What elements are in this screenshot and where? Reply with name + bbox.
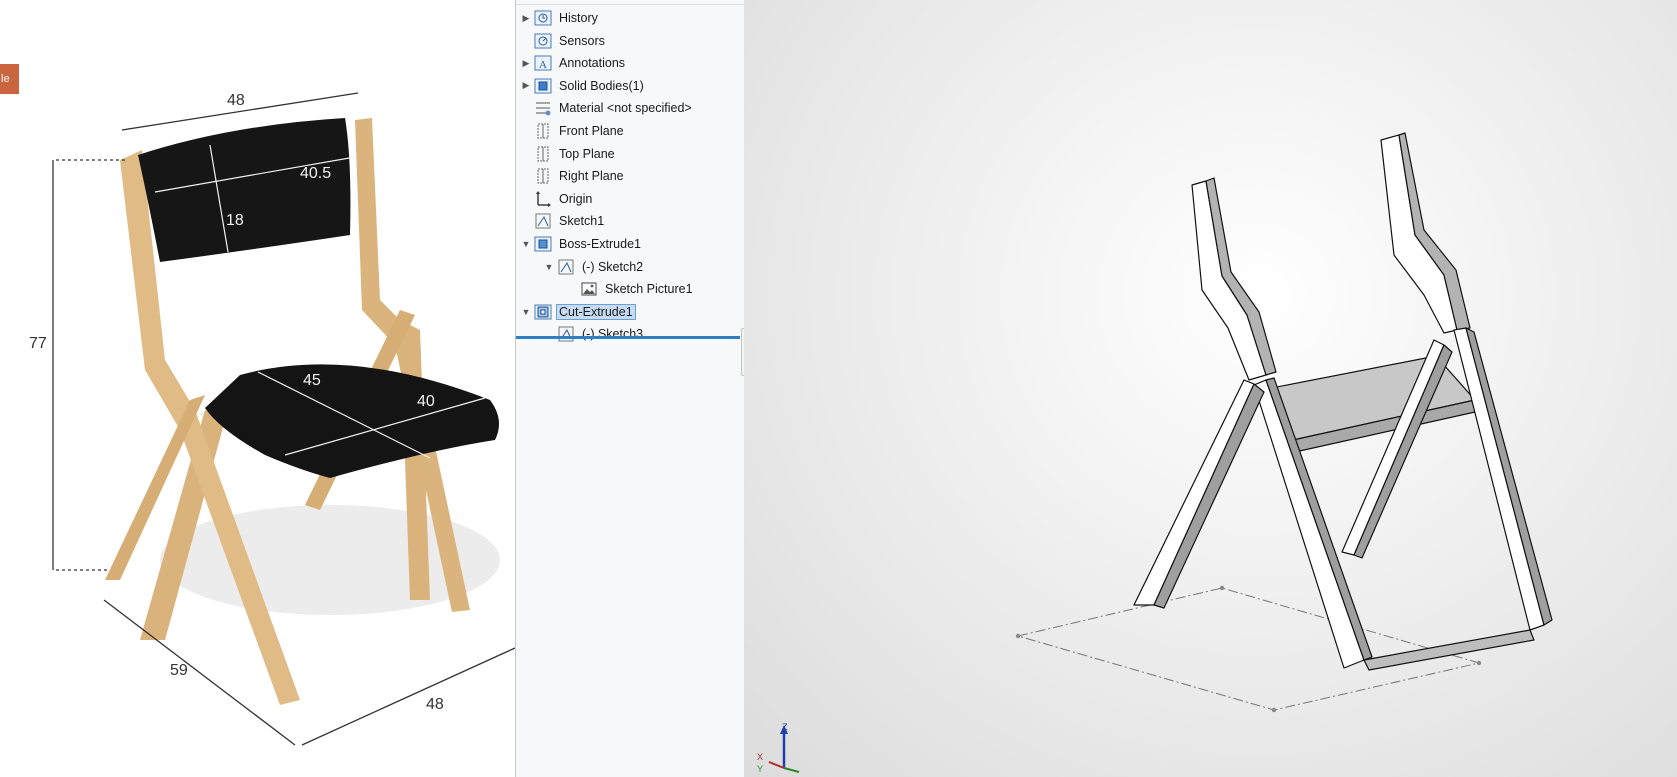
chevron-down-icon[interactable]: ▼ (520, 302, 532, 322)
tree-item-sketch3[interactable]: (-) Sketch3 (543, 324, 646, 344)
tree-item-label: Boss-Extrude1 (559, 237, 641, 251)
graphics-viewport[interactable]: Z X Y (744, 0, 1677, 777)
view-triad[interactable] (768, 725, 800, 773)
sketch-picture-icon (581, 282, 597, 296)
sketch-icon (535, 213, 551, 229)
plane-icon (537, 146, 549, 162)
chevron-right-icon[interactable]: ▶ (520, 53, 532, 73)
tree-item-material-not-specified[interactable]: Material <not specified> (520, 98, 695, 118)
reference-photo: le 48 40.5 18 77 45 40 59 48 (0, 0, 515, 777)
chair-3d-model (768, 132, 1553, 773)
triad-y-label: Y (757, 764, 764, 774)
dim-seat-width: 40 (417, 393, 435, 410)
chevron-right-icon[interactable]: ▶ (520, 76, 532, 96)
tree-item-label: Origin (559, 191, 593, 206)
tree-item-sensors[interactable]: Sensors (520, 31, 608, 51)
tree-item-cut-extrude1[interactable]: ▼ Cut-Extrude1 (520, 302, 636, 322)
dim-backrest-pad-height: 18 (226, 212, 244, 229)
dim-seat-depth: 45 (303, 372, 321, 389)
tree-item-label: History (559, 11, 598, 25)
tree-top-edge (516, 0, 744, 5)
tree-item-origin[interactable]: Origin (520, 189, 595, 209)
tree-item-label: (-) Sketch3 (582, 327, 644, 342)
dim-backrest-pad-width: 40.5 (300, 165, 332, 182)
sketch-icon (558, 326, 574, 342)
tree-item-boss-extrude1[interactable]: ▼ Boss-Extrude1 (520, 234, 644, 254)
dim-base-width: 48 (426, 696, 444, 713)
triad-z-label: Z (782, 722, 788, 732)
dim-base-depth: 59 (170, 662, 188, 679)
tree-item-label: Sketch1 (559, 214, 605, 229)
tree-item-front-plane[interactable]: Front Plane (520, 121, 627, 141)
tree-item-sketch2[interactable]: ▼ (-) Sketch2 (543, 257, 646, 277)
dim-overall-height: 77 (29, 335, 47, 352)
chevron-right-icon[interactable]: ▶ (520, 8, 532, 28)
boss-extrude-icon (534, 236, 552, 252)
tree-item-label: Front Plane (559, 124, 624, 138)
plane-icon (537, 123, 549, 139)
tree-item-label: Solid Bodies(1) (559, 78, 644, 93)
tree-item-label: Sketch Picture1 (605, 282, 693, 297)
chevron-down-icon[interactable]: ▼ (520, 234, 532, 254)
triad-x-label: X (757, 752, 764, 762)
tree-item-right-plane[interactable]: Right Plane (520, 166, 627, 186)
sensors-icon (534, 33, 552, 49)
material-icon (536, 102, 551, 116)
tree-item-history[interactable]: ▶ History (520, 8, 601, 28)
tree-item-label: (-) Sketch2 (582, 259, 644, 274)
svg-text:A: A (539, 59, 547, 71)
tree-item-label: Right Plane (559, 169, 624, 184)
rollback-bar[interactable] (516, 336, 740, 339)
sketch-icon (558, 259, 574, 275)
history-icon (534, 10, 552, 26)
cut-extrude-icon (534, 304, 552, 320)
annotations-icon: A (534, 55, 552, 71)
solid-bodies-icon (534, 78, 552, 94)
tree-item-label: Sensors (559, 33, 605, 48)
feature-manager-tree: ▶ History Sensors ▶ A Annotations ▶ Solid Bodie… (515, 0, 745, 777)
tree-item-annotations[interactable]: ▶ A Annotations (520, 53, 628, 73)
origin-icon (536, 190, 551, 207)
dim-backrest-top-width: 48 (227, 92, 245, 109)
tree-item-label: Cut-Extrude1 (556, 303, 636, 320)
tree-item-sketch-picture1[interactable]: Sketch Picture1 (566, 279, 696, 299)
tree-item-label: Annotations (559, 56, 626, 71)
tree-item-label: Top Plane (559, 146, 615, 161)
chair-photo-image (52, 92, 515, 746)
tree-item-sketch1[interactable]: Sketch1 (520, 211, 607, 231)
tree-item-label: Material <not specified> (559, 101, 692, 116)
tree-item-solid-bodies-1[interactable]: ▶ Solid Bodies(1) (520, 76, 647, 96)
photo-tab[interactable]: le (0, 64, 19, 94)
plane-icon (537, 168, 549, 184)
tree-item-top-plane[interactable]: Top Plane (520, 144, 618, 164)
chevron-down-icon[interactable]: ▼ (543, 257, 555, 277)
